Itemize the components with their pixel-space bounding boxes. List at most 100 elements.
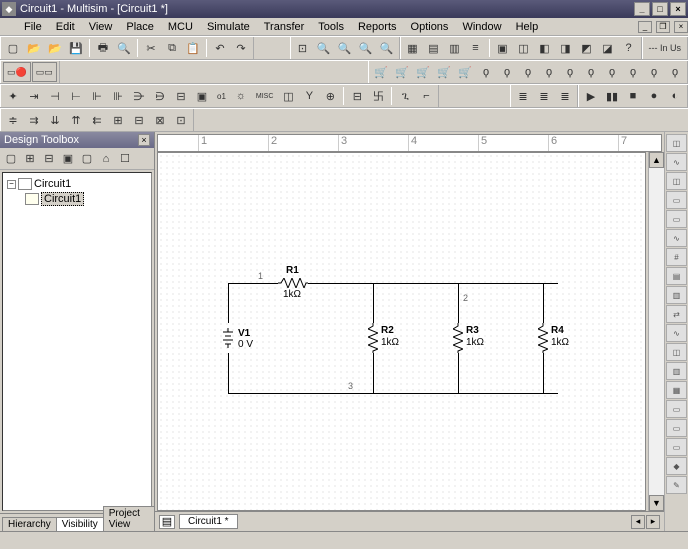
instr-probe-icon[interactable]: ✎ bbox=[666, 476, 687, 494]
maximize-button[interactable]: □ bbox=[652, 2, 668, 16]
align-2-icon[interactable]: ⇉ bbox=[24, 110, 44, 130]
display-mode-b[interactable]: ▭▭ bbox=[32, 62, 57, 82]
menu-options[interactable]: Options bbox=[405, 20, 455, 34]
menu-edit[interactable]: Edit bbox=[50, 20, 81, 34]
align-9-icon[interactable]: ⊡ bbox=[171, 110, 191, 130]
copy-button[interactable]: ⧉ bbox=[162, 38, 182, 58]
instr-wattmeter-icon[interactable]: ◫ bbox=[666, 172, 687, 190]
menu-simulate[interactable]: Simulate bbox=[201, 20, 256, 34]
probe-5-icon[interactable]: ϙ bbox=[560, 62, 580, 82]
close-button[interactable]: × bbox=[670, 2, 686, 16]
scroll-left-icon[interactable]: ◂ bbox=[631, 515, 645, 529]
comp-junction-icon[interactable]: ⌐ bbox=[416, 86, 436, 106]
menu-window[interactable]: Window bbox=[456, 20, 507, 34]
instr-1-icon[interactable]: 🛒 bbox=[371, 62, 391, 82]
instr-freq-icon[interactable]: # bbox=[666, 248, 687, 266]
inuse-dropdown[interactable]: --- In Us bbox=[645, 38, 686, 58]
instr-scope-icon[interactable]: ▭ bbox=[666, 191, 687, 209]
instr-ag1-icon[interactable]: ▭ bbox=[666, 400, 687, 418]
redo-button[interactable]: ↷ bbox=[231, 38, 251, 58]
probe-7-icon[interactable]: ϙ bbox=[602, 62, 622, 82]
comp-ttl-icon[interactable]: ⊪ bbox=[108, 86, 128, 106]
instr-4-icon[interactable]: 🛒 bbox=[434, 62, 454, 82]
comp-transistor-icon[interactable]: ⊢ bbox=[66, 86, 86, 106]
comp-cmos-icon[interactable]: ⋺ bbox=[129, 86, 149, 106]
new-button[interactable]: ▢ bbox=[3, 38, 23, 58]
align-5-icon[interactable]: ⇇ bbox=[87, 110, 107, 130]
dt-a-icon[interactable]: ▣ bbox=[59, 150, 77, 168]
tab-hierarchy[interactable]: Hierarchy bbox=[2, 517, 57, 531]
instr-bode-icon[interactable]: ∿ bbox=[666, 229, 687, 247]
collapse-icon[interactable]: − bbox=[7, 180, 16, 189]
tb-sheet-icon[interactable]: ▤ bbox=[424, 38, 444, 58]
align-3-icon[interactable]: ⇊ bbox=[45, 110, 65, 130]
comp-rf-icon[interactable]: MISC bbox=[252, 86, 278, 106]
zoom-out-button[interactable]: 🔍 bbox=[335, 38, 355, 58]
comp-diode-icon[interactable]: ⊣ bbox=[45, 86, 65, 106]
instr-iv-icon[interactable]: ∿ bbox=[666, 324, 687, 342]
instr-funcgen-icon[interactable]: ∿ bbox=[666, 153, 687, 171]
instr-wordgen-icon[interactable]: ▤ bbox=[666, 267, 687, 285]
zoom-in-button[interactable]: 🔍 bbox=[314, 38, 334, 58]
comp-misc-icon[interactable]: ⋻ bbox=[150, 86, 170, 106]
open-button[interactable]: 📂 bbox=[24, 38, 44, 58]
align-1-icon[interactable]: ≑ bbox=[3, 110, 23, 130]
align-8-icon[interactable]: ⊠ bbox=[150, 110, 170, 130]
zoom-full-button[interactable]: ⊡ bbox=[293, 38, 313, 58]
comp-indicator-icon[interactable]: ▣ bbox=[192, 86, 212, 106]
probe-3-icon[interactable]: ϙ bbox=[518, 62, 538, 82]
instr-3-icon[interactable]: 🛒 bbox=[413, 62, 433, 82]
component-r3[interactable] bbox=[453, 323, 463, 353]
design-tree[interactable]: − Circuit1 Circuit1 bbox=[2, 172, 152, 511]
open2-button[interactable]: 📂 bbox=[45, 38, 65, 58]
instr-dist-icon[interactable]: ◫ bbox=[666, 343, 687, 361]
list-c-icon[interactable]: ≣ bbox=[555, 86, 575, 106]
component-r4[interactable] bbox=[538, 323, 548, 353]
instr-4ch-icon[interactable]: ▭ bbox=[666, 210, 687, 228]
tab-project-view[interactable]: Project View bbox=[103, 506, 155, 531]
menu-transfer[interactable]: Transfer bbox=[258, 20, 311, 34]
comp-conn-icon[interactable]: ⊕ bbox=[320, 86, 340, 106]
probe-6-icon[interactable]: ϙ bbox=[581, 62, 601, 82]
tb-db-icon[interactable]: ≡ bbox=[466, 38, 486, 58]
dt-d-icon[interactable]: ☐ bbox=[116, 150, 134, 168]
probe-9-icon[interactable]: ϙ bbox=[644, 62, 664, 82]
zoom-area-button[interactable]: 🔍 bbox=[356, 38, 376, 58]
dt-save-icon[interactable]: ⊟ bbox=[40, 150, 58, 168]
save-button[interactable]: 💾 bbox=[66, 38, 86, 58]
display-mode-a[interactable]: ▭🔴 bbox=[3, 62, 31, 82]
record-button[interactable]: ● bbox=[644, 86, 664, 106]
comp-bus-icon[interactable]: ⊟ bbox=[347, 86, 367, 106]
instr-multimeter-icon[interactable]: ◫ bbox=[666, 134, 687, 152]
dt-b-icon[interactable]: ▢ bbox=[78, 150, 96, 168]
probe-1-icon[interactable]: ϙ bbox=[476, 62, 496, 82]
dt-open-icon[interactable]: ⊞ bbox=[21, 150, 39, 168]
paste-button[interactable]: 📋 bbox=[183, 38, 203, 58]
component-r1[interactable] bbox=[278, 278, 308, 288]
cut-button[interactable]: ✂ bbox=[141, 38, 161, 58]
scroll-up-icon[interactable]: ▲ bbox=[649, 152, 664, 168]
probe-4-icon[interactable]: ϙ bbox=[539, 62, 559, 82]
comp-em-icon[interactable]: ◫ bbox=[278, 86, 298, 106]
list-a-icon[interactable]: ≣ bbox=[513, 86, 533, 106]
component-r2[interactable] bbox=[368, 323, 378, 353]
tb-f-icon[interactable]: ◪ bbox=[598, 38, 618, 58]
tb-sheet2-icon[interactable]: ▥ bbox=[445, 38, 465, 58]
instr-5-icon[interactable]: 🛒 bbox=[455, 62, 475, 82]
scroll-down-icon[interactable]: ▼ bbox=[649, 495, 664, 511]
tb-g-icon[interactable]: ? bbox=[619, 38, 639, 58]
stop-button[interactable]: ■ bbox=[623, 86, 643, 106]
dt-new-icon[interactable]: ▢ bbox=[2, 150, 20, 168]
tb-b-icon[interactable]: ◫ bbox=[514, 38, 534, 58]
comp-misc2-icon[interactable]: ☼ bbox=[231, 86, 251, 106]
comp-mixed-icon[interactable]: ⊟ bbox=[171, 86, 191, 106]
tb-grid-icon[interactable]: ▦ bbox=[403, 38, 423, 58]
probe-2-icon[interactable]: ϙ bbox=[497, 62, 517, 82]
list-b-icon[interactable]: ≣ bbox=[534, 86, 554, 106]
menu-help[interactable]: Help bbox=[510, 20, 545, 34]
menu-mcu[interactable]: MCU bbox=[162, 20, 199, 34]
instr-2-icon[interactable]: 🛒 bbox=[392, 62, 412, 82]
preview-button[interactable]: 🔍 bbox=[114, 38, 134, 58]
mdi-close-button[interactable]: × bbox=[674, 21, 688, 33]
tb-d-icon[interactable]: ◨ bbox=[556, 38, 576, 58]
